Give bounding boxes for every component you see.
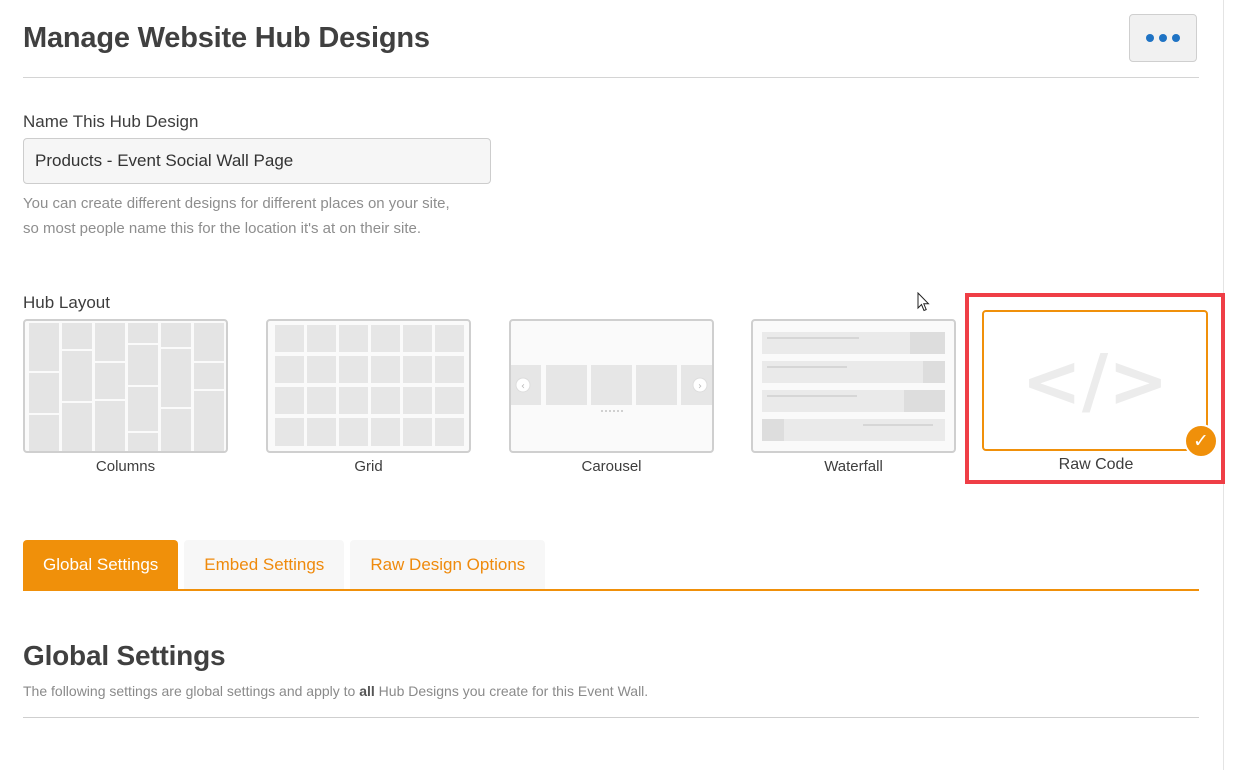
tab-global-settings[interactable]: Global Settings <box>23 540 179 590</box>
checkmark-icon: ✓ <box>1184 424 1218 458</box>
section-desc-after: Hub Designs you create for this Event Wa… <box>374 683 649 699</box>
page-title: Manage Website Hub Designs <box>23 22 430 54</box>
mouse-cursor-icon <box>917 292 930 312</box>
waterfall-thumbnail-graphic <box>762 332 945 441</box>
grid-layout-thumbnail <box>266 319 471 453</box>
columns-layout-thumbnail <box>23 319 228 453</box>
design-name-label: Name This Hub Design <box>23 112 199 131</box>
help-line-2: so most people name this for the locatio… <box>23 220 422 237</box>
hub-layout-label: Hub Layout <box>23 293 110 312</box>
layout-label-waterfall: Waterfall <box>824 458 883 475</box>
layout-option-raw-code[interactable]: </> ✓ Raw Code <box>982 310 1218 474</box>
svg-text:‹: ‹ <box>521 381 525 392</box>
section-desc-bold: all <box>359 683 375 699</box>
tab-embed-settings[interactable]: Embed Settings <box>184 540 345 590</box>
layout-label-raw-code: Raw Code <box>1058 456 1134 473</box>
help-line-1: You can create different designs for dif… <box>23 195 450 212</box>
design-name-help: You can create different designs for dif… <box>23 191 493 241</box>
columns-thumbnail-graphic <box>29 323 224 451</box>
layout-label-columns: Columns <box>95 458 156 475</box>
layout-label-carousel: Carousel <box>581 458 642 475</box>
layout-option-waterfall[interactable]: Waterfall <box>751 319 956 475</box>
ellipsis-icon <box>1146 34 1154 42</box>
section-divider <box>23 717 1199 718</box>
carousel-thumbnail-graphic: ‹ › <box>511 365 712 412</box>
settings-tabs: Global Settings Embed Settings Raw Desig… <box>23 540 546 590</box>
section-description: The following settings are global settin… <box>23 683 648 699</box>
waterfall-layout-thumbnail <box>751 319 956 453</box>
tab-raw-design-options[interactable]: Raw Design Options <box>350 540 546 590</box>
layout-option-grid[interactable]: Grid <box>266 319 471 475</box>
section-desc-before: The following settings are global settin… <box>23 683 360 699</box>
code-icon: </> <box>1021 338 1169 423</box>
ellipsis-dot <box>1159 34 1167 42</box>
ellipsis-dot <box>1172 34 1180 42</box>
tabs-underline <box>23 589 1199 591</box>
grid-thumbnail-graphic <box>275 325 464 446</box>
design-name-input[interactable] <box>23 138 491 184</box>
layout-label-grid: Grid <box>354 458 383 475</box>
carousel-layout-thumbnail: ‹ › <box>509 319 714 453</box>
section-title: Global Settings <box>23 640 226 671</box>
header-divider <box>23 77 1199 78</box>
layout-option-columns[interactable]: Columns <box>23 319 228 475</box>
more-options-button[interactable] <box>1129 14 1197 62</box>
raw-code-layout-thumbnail: </> ✓ <box>982 310 1218 458</box>
svg-text:›: › <box>698 381 702 392</box>
layout-option-carousel[interactable]: ‹ › Carousel <box>509 319 714 475</box>
